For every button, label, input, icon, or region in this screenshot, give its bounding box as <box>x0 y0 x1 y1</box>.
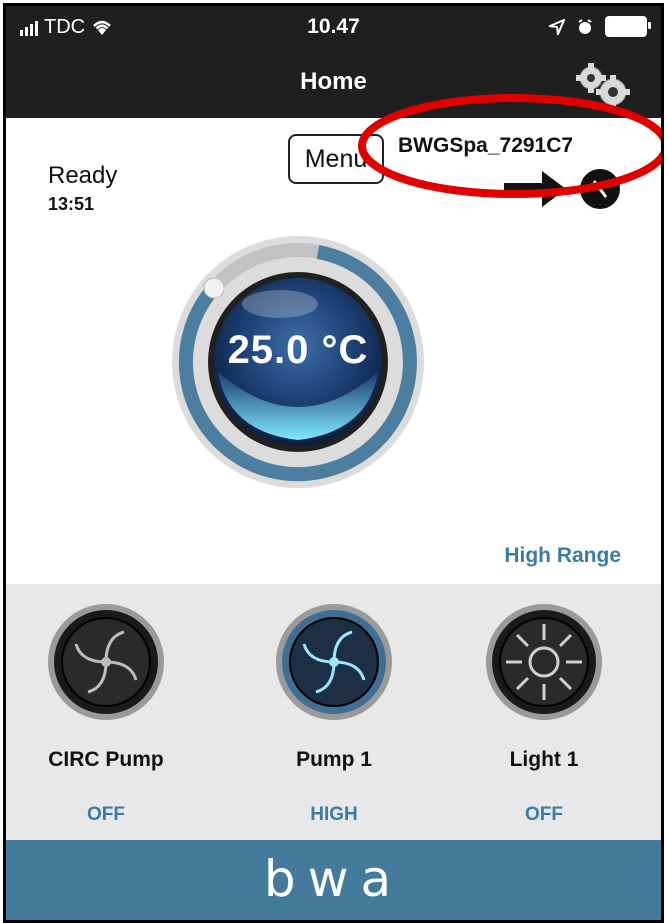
nav-bar: Home <box>6 46 661 118</box>
location-icon <box>549 18 565 35</box>
control-label: Pump 1 <box>296 748 372 771</box>
alarm-icon <box>578 18 592 34</box>
status-icons <box>549 16 651 37</box>
circ-pump-icon[interactable] <box>46 602 166 722</box>
controls-panel: CIRC Pump OFF Pump 1 HIGH Light 1 OFF <box>6 584 661 840</box>
bwa-logo: bwa <box>263 850 404 908</box>
spa-time: 13:51 <box>48 194 95 214</box>
footer-bar: bwa <box>6 840 661 920</box>
control-label: CIRC Pump <box>48 748 164 771</box>
light-1-icon[interactable] <box>484 602 604 722</box>
control-state: OFF <box>525 804 563 825</box>
temperature-readout: 25.0 °C <box>227 328 369 372</box>
status-bar: TDC 10.47 <box>6 6 661 46</box>
control-state: OFF <box>87 804 125 825</box>
settings-gears-icon[interactable] <box>571 60 633 110</box>
app-frame: TDC 10.47 Home Ready 13:51 Menu BWGSpa_7… <box>3 3 664 923</box>
control-state: HIGH <box>310 804 358 825</box>
spa-status: Ready <box>48 162 118 189</box>
menu-button[interactable]: Menu <box>288 134 384 184</box>
range-selector[interactable]: High Range <box>504 544 621 568</box>
device-name: BWGSpa_7291C7 <box>398 134 574 157</box>
battery-icon <box>605 16 651 37</box>
page-title: Home <box>300 68 367 95</box>
pump-1-icon[interactable] <box>274 602 394 722</box>
connection-arrow-icon[interactable] <box>502 167 622 211</box>
control-label: Light 1 <box>509 748 579 771</box>
